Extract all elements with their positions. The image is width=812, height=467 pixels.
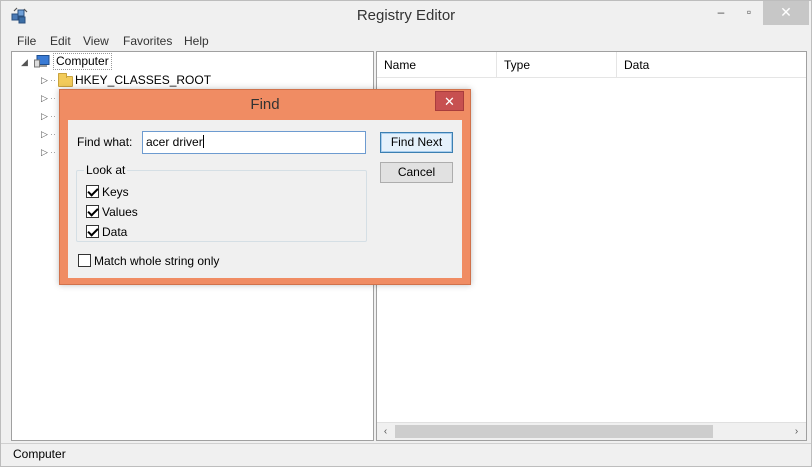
tree-connector: ·· [50,75,56,85]
menu-help[interactable]: Help [184,34,209,48]
tree-label-computer: Computer [53,53,112,70]
find-dialog-close-button[interactable]: ✕ [435,91,464,111]
menu-edit[interactable]: Edit [50,34,71,48]
find-dialog-body: Find what: acer driver Find Next Cancel … [68,120,462,278]
expand-arrow-icon[interactable]: ▷ [41,107,48,125]
match-whole-string-label[interactable]: Match whole string only [94,254,219,268]
tree-node-hkey-classes-root[interactable]: ▷ ·· HKEY_CLASSES_ROOT [12,71,372,89]
tree-connector: ·· [50,129,56,139]
expand-arrow-icon[interactable]: ▷ [41,125,48,143]
data-checkbox-label[interactable]: Data [102,225,127,239]
expand-arrow-icon[interactable]: ▷ [41,71,48,89]
window-title: Registry Editor [356,7,456,24]
scrollbar-thumb[interactable] [395,425,713,438]
column-headers: Name Type Data [377,52,806,78]
registry-editor-window: Registry Editor – ▫ ✕ File Edit View Fav… [0,0,812,467]
scroll-left-arrow-icon[interactable]: ‹ [377,423,394,440]
find-next-button[interactable]: Find Next [380,132,453,153]
scroll-right-arrow-icon[interactable]: › [788,423,805,440]
cancel-button[interactable]: Cancel [380,162,453,183]
column-header-data[interactable]: Data [617,52,806,78]
menu-view[interactable]: View [83,34,109,48]
data-checkbox[interactable] [86,225,99,238]
title-bar[interactable]: Registry Editor – ▫ ✕ [1,1,811,31]
computer-icon [34,55,50,68]
menu-file[interactable]: File [17,34,36,48]
tree-node-computer[interactable]: ◢ Computer [12,53,372,71]
tree-label-hkey-classes-root: HKEY_CLASSES_ROOT [75,73,212,87]
close-button[interactable]: ✕ [763,1,809,25]
find-what-input[interactable]: acer driver [142,131,366,154]
match-whole-string-checkbox[interactable] [78,254,91,267]
keys-checkbox-label[interactable]: Keys [102,185,129,199]
values-checkbox-label[interactable]: Values [102,205,138,219]
text-caret [202,135,204,148]
tree-connector: ·· [50,93,56,103]
horizontal-scrollbar[interactable]: ‹ › [377,422,806,440]
menu-favorites[interactable]: Favorites [123,34,172,48]
column-header-type[interactable]: Type [497,52,617,78]
find-what-label: Find what: [77,135,133,149]
tree-connector: ·· [50,111,56,121]
tree-connector: ·· [50,147,56,157]
folder-icon [58,73,73,87]
find-dialog: Find ✕ Find what: acer driver Find Next … [59,89,471,285]
column-header-name[interactable]: Name [377,52,497,78]
collapse-arrow-icon[interactable]: ◢ [21,53,28,71]
status-path: Computer [13,447,66,461]
minimize-button[interactable]: – [707,1,735,25]
maximize-button[interactable]: ▫ [735,1,763,25]
find-dialog-title: Find [250,96,280,113]
menu-bar: File Edit View Favorites Help [1,31,811,51]
expand-arrow-icon[interactable]: ▷ [41,143,48,161]
look-at-label: Look at [84,163,128,177]
expand-arrow-icon[interactable]: ▷ [41,89,48,107]
values-checkbox[interactable] [86,205,99,218]
status-bar: Computer [1,443,811,466]
keys-checkbox[interactable] [86,185,99,198]
